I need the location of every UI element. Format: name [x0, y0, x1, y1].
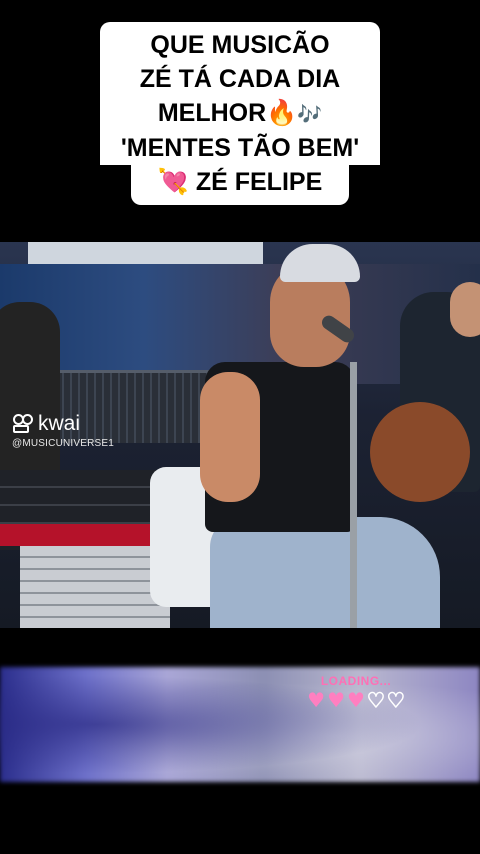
- heart-icon: ♥: [307, 688, 326, 712]
- caption-line-1: QUE MUSICÃO: [100, 22, 380, 62]
- caption-line-4: 'MENTES TÃO BEM': [100, 131, 380, 165]
- heart-outline-icon: ♥: [386, 688, 405, 712]
- heart-icon: ♥: [327, 688, 346, 712]
- kwai-watermark: kwai @MUSICUNIVERSE1: [12, 412, 114, 449]
- heart-outline-icon: ♥: [366, 688, 385, 712]
- fire-icon: 🔥: [266, 98, 298, 127]
- acoustic-guitar: [370, 402, 470, 502]
- watermark-handle: @MUSICUNIVERSE1: [12, 438, 115, 449]
- heart-icon: ♥: [347, 688, 365, 712]
- equipment-rack-lower: [20, 546, 170, 628]
- caption-line-3: MELHOR🔥🎶: [100, 96, 380, 131]
- loading-hearts: ♥ ♥ ♥ ♥ ♥: [307, 688, 405, 712]
- kwai-camera-icon: [12, 413, 34, 435]
- watermark-logo-row: kwai: [12, 412, 114, 436]
- caption-line-5: 💘 ZÉ FELIPE: [131, 165, 349, 205]
- music-notes-icon: 🎶: [297, 102, 323, 126]
- singer-cap: [280, 244, 360, 282]
- guitarist-head: [450, 282, 480, 337]
- red-keyboard: [0, 524, 170, 546]
- sparkling-heart-icon: 💘: [157, 167, 189, 196]
- caption-line-2: ZÉ TÁ CADA DIA: [100, 62, 380, 96]
- loading-indicator: LOADING... ♥ ♥ ♥ ♥ ♥: [300, 674, 412, 712]
- singer-jeans: [210, 517, 440, 628]
- watermark-brand: kwai: [38, 412, 81, 435]
- caption-box: QUE MUSICÃO ZÉ TÁ CADA DIA MELHOR🔥🎶 'MEN…: [0, 22, 480, 205]
- caption-line-5-text: ZÉ FELIPE: [195, 168, 323, 196]
- caption-line-3-text: MELHOR: [157, 99, 267, 127]
- loading-label: LOADING...: [320, 674, 392, 688]
- singer-arm: [200, 372, 260, 502]
- mic-stand: [350, 362, 357, 628]
